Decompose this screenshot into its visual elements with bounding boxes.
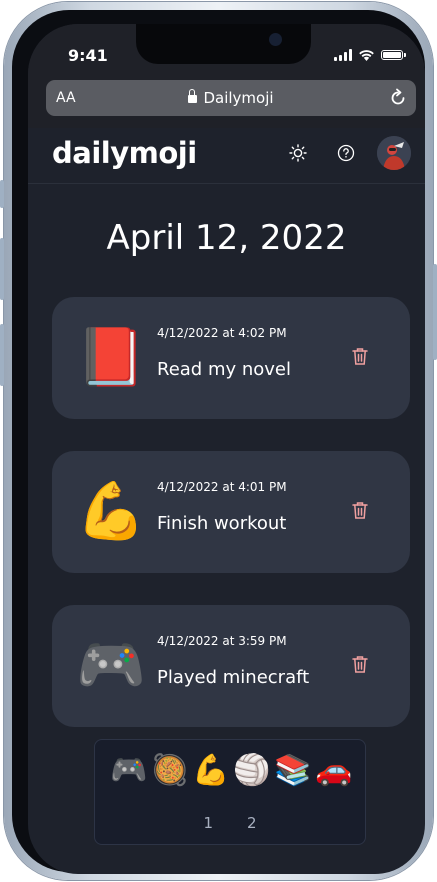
bezel: 9:41 AA Dailymoji dailymoji April 12, 20… — [12, 10, 425, 874]
help-icon[interactable] — [337, 144, 355, 162]
emoji-option[interactable]: 🎮 — [109, 752, 149, 790]
trash-icon[interactable] — [352, 347, 368, 365]
action-button — [0, 180, 4, 208]
power-button — [433, 264, 437, 360]
screen: 9:41 AA Dailymoji dailymoji April 12, 20… — [28, 24, 425, 874]
address-bar[interactable]: AA Dailymoji — [46, 80, 416, 116]
date-heading: April 12, 2022 — [106, 218, 347, 258]
volume-down-button — [0, 324, 4, 386]
emoji-option[interactable]: 📚 — [273, 752, 313, 790]
entry-title: Finish workout — [157, 513, 287, 534]
entry-title: Read my novel — [157, 359, 292, 380]
notch — [136, 24, 311, 64]
status-bar: 9:41 — [28, 24, 425, 80]
page-link-1[interactable]: 1 — [203, 814, 213, 832]
url-display[interactable]: Dailymoji — [46, 89, 416, 107]
emoji-option[interactable]: 🥘 — [150, 752, 190, 790]
sun-icon[interactable] — [289, 144, 307, 162]
url-text: Dailymoji — [203, 89, 274, 107]
entry-emoji: 📕 — [76, 325, 146, 390]
entry-title: Played minecraft — [157, 667, 310, 688]
trash-icon[interactable] — [352, 501, 368, 519]
cellular-signal-icon — [334, 49, 352, 61]
emoji-picker: 🎮 🥘 💪 🏐 📚 🚗 12 — [94, 739, 366, 845]
battery-icon — [381, 50, 406, 60]
status-icons — [334, 48, 406, 62]
entry-timestamp: 4/12/2022 at 4:02 PM — [157, 326, 287, 340]
camera-icon — [269, 33, 282, 46]
avatar-image — [377, 136, 411, 170]
pagination: 12 — [95, 814, 365, 832]
emoji-option[interactable]: 🏐 — [232, 752, 272, 790]
entry-emoji: 💪 — [76, 479, 146, 544]
user-avatar[interactable] — [377, 136, 411, 170]
emoji-option[interactable]: 🚗 — [314, 752, 354, 790]
browser-toolbar: AA Dailymoji — [28, 80, 425, 128]
app-header: dailymoji — [28, 128, 425, 184]
app-logo[interactable]: dailymoji — [52, 136, 197, 170]
entry-timestamp: 4/12/2022 at 3:59 PM — [157, 634, 287, 648]
phone-frame: 9:41 AA Dailymoji dailymoji April 12, 20… — [0, 2, 437, 880]
entry-card[interactable]: 💪 4/12/2022 at 4:01 PM Finish workout — [52, 451, 410, 573]
page-link-2[interactable]: 2 — [247, 814, 257, 832]
entry-card[interactable]: 📕 4/12/2022 at 4:02 PM Read my novel — [52, 297, 410, 419]
wifi-icon — [359, 50, 374, 61]
trash-icon[interactable] — [352, 655, 368, 673]
reload-icon[interactable] — [388, 88, 408, 108]
emoji-option[interactable]: 💪 — [191, 752, 231, 790]
lock-icon — [188, 89, 198, 103]
volume-up-button — [0, 238, 4, 300]
status-time: 9:41 — [68, 46, 108, 65]
entry-card[interactable]: 🎮 4/12/2022 at 3:59 PM Played minecraft — [52, 605, 410, 727]
emoji-picker-row: 🎮 🥘 💪 🏐 📚 🚗 — [109, 752, 354, 790]
entry-emoji: 🎮 — [76, 633, 146, 698]
entry-timestamp: 4/12/2022 at 4:01 PM — [157, 480, 287, 494]
